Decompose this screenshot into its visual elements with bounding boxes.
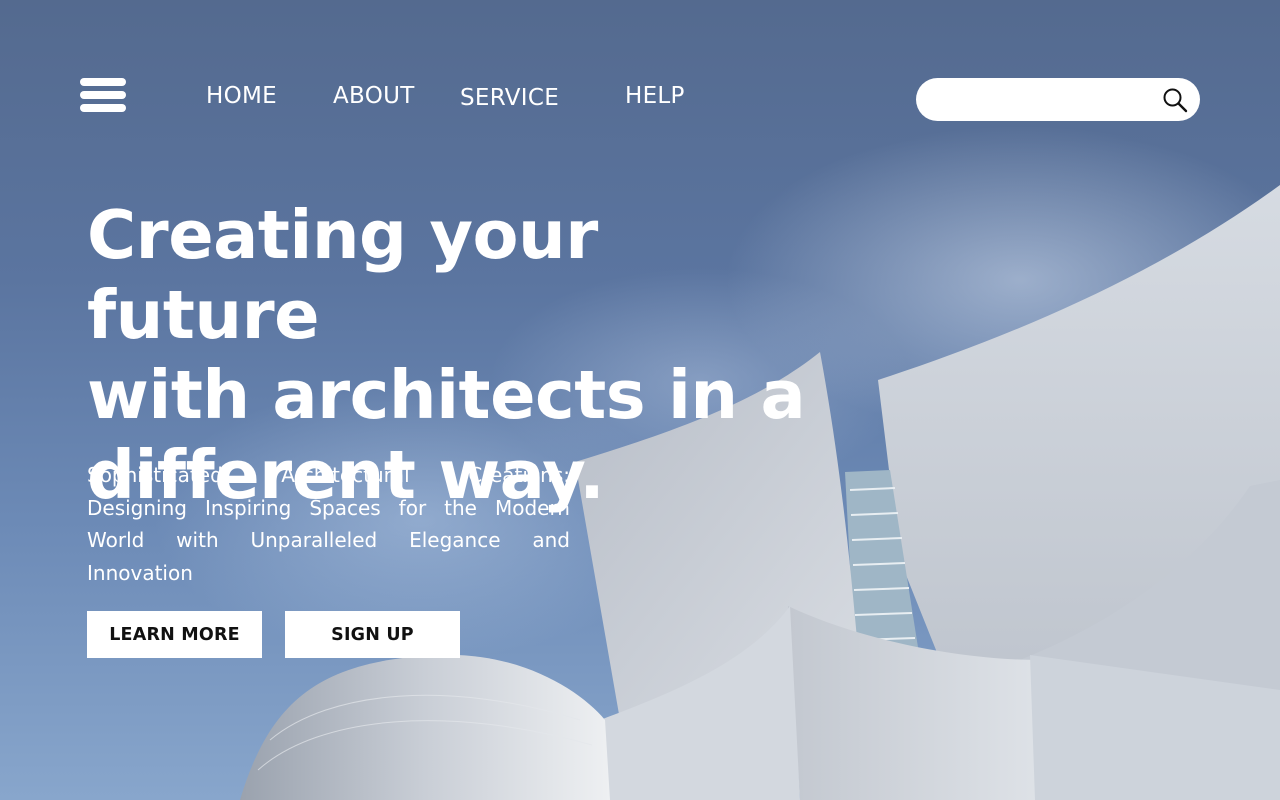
nav-link-about[interactable]: ABOUT [333, 83, 415, 109]
menu-bar [80, 78, 126, 86]
menu-bar [80, 104, 126, 112]
nav-link-help[interactable]: HELP [625, 83, 685, 109]
learn-more-button[interactable]: LEARN MORE [87, 611, 262, 658]
search-input[interactable] [934, 86, 1159, 113]
nav-link-home[interactable]: HOME [206, 83, 277, 109]
menu-bar [80, 91, 126, 99]
headline-line: with architects in a [87, 356, 806, 434]
headline-line: Creating your future [87, 196, 598, 354]
search-bar [916, 78, 1200, 121]
search-icon[interactable] [1162, 87, 1188, 113]
nav-link-service[interactable]: SERVICE [460, 85, 559, 111]
hamburger-menu-icon[interactable] [80, 78, 126, 112]
sign-up-button[interactable]: SIGN UP [285, 611, 460, 658]
hero-subtext: Sophisticated Architectural Creations: D… [87, 463, 570, 585]
